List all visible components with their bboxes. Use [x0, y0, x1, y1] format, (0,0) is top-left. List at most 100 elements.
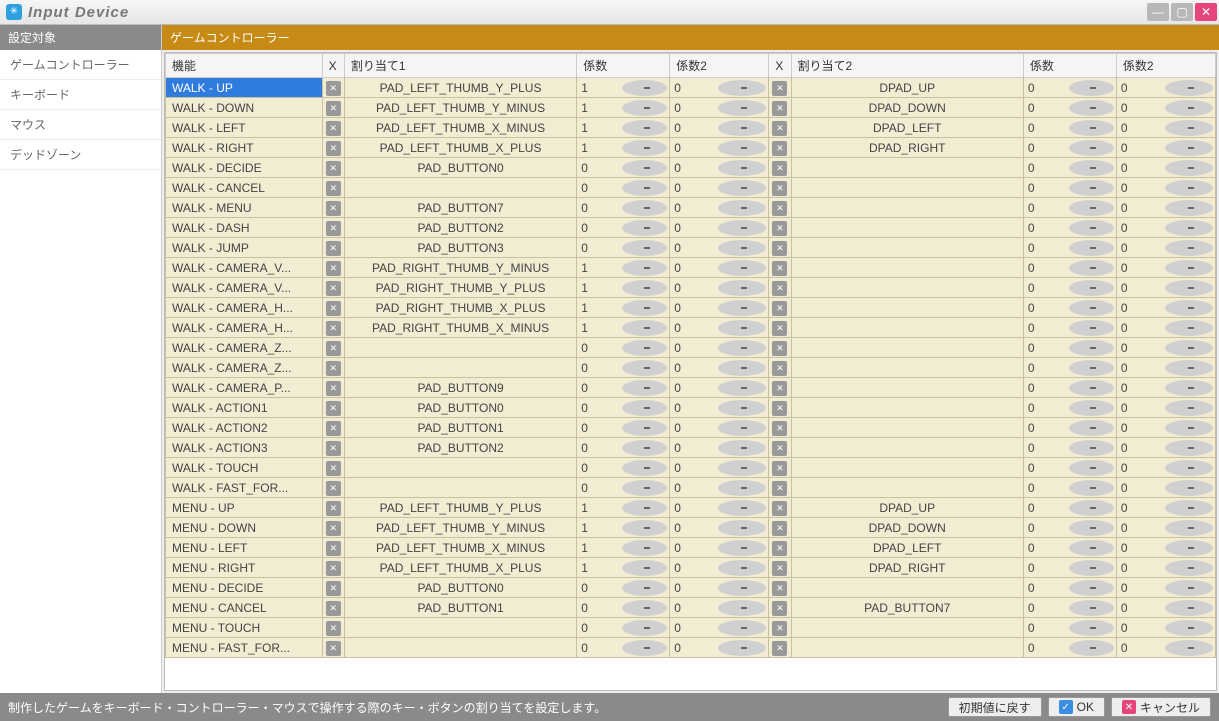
table-row[interactable]: MENU - RIGHTPAD_LEFT_THUMB_X_PLUS10DPAD_… — [166, 558, 1216, 578]
clear-icon[interactable] — [326, 421, 341, 436]
clear-cell[interactable] — [769, 218, 791, 238]
table-row[interactable]: WALK - FAST_FOR...0000 — [166, 478, 1216, 498]
func-cell[interactable]: WALK - CAMERA_H... — [166, 318, 323, 338]
spinner-icon[interactable] — [1165, 580, 1213, 596]
spinner-icon[interactable] — [718, 640, 766, 656]
spinner-icon[interactable] — [622, 440, 667, 456]
assign2-cell[interactable] — [791, 618, 1023, 638]
spinner-icon[interactable] — [718, 100, 766, 116]
num-cell[interactable]: 0 — [577, 578, 670, 598]
spinner-icon[interactable] — [1165, 600, 1213, 616]
num-cell[interactable]: 0 — [577, 458, 670, 478]
table-row[interactable]: WALK - ACTION1PAD_BUTTON00000 — [166, 398, 1216, 418]
num-cell[interactable]: 0 — [670, 378, 769, 398]
assign1-cell[interactable] — [344, 638, 576, 658]
spinner-icon[interactable] — [622, 180, 667, 196]
clear-cell[interactable] — [322, 598, 344, 618]
func-cell[interactable]: WALK - MENU — [166, 198, 323, 218]
num-cell[interactable]: 0 — [670, 478, 769, 498]
assign2-cell[interactable] — [791, 338, 1023, 358]
num-cell[interactable]: 0 — [577, 218, 670, 238]
spinner-icon[interactable] — [622, 520, 667, 536]
reset-button[interactable]: 初期値に戻す — [948, 697, 1042, 717]
spinner-icon[interactable] — [622, 560, 667, 576]
num-cell[interactable]: 0 — [670, 418, 769, 438]
spinner-icon[interactable] — [1069, 380, 1114, 396]
num-cell[interactable]: 1 — [577, 278, 670, 298]
spinner-icon[interactable] — [1069, 340, 1114, 356]
assign1-cell[interactable] — [344, 458, 576, 478]
clear-cell[interactable] — [322, 318, 344, 338]
spinner-icon[interactable] — [1165, 400, 1213, 416]
num-cell[interactable]: 0 — [1116, 158, 1215, 178]
spinner-icon[interactable] — [1069, 140, 1114, 156]
num-cell[interactable]: 0 — [1023, 418, 1116, 438]
spinner-icon[interactable] — [1165, 380, 1213, 396]
assign2-cell[interactable] — [791, 438, 1023, 458]
spinner-icon[interactable] — [1165, 520, 1213, 536]
table-row[interactable]: WALK - MENUPAD_BUTTON70000 — [166, 198, 1216, 218]
num-cell[interactable]: 0 — [670, 298, 769, 318]
num-cell[interactable]: 0 — [670, 98, 769, 118]
clear-cell[interactable] — [322, 518, 344, 538]
spinner-icon[interactable] — [1165, 100, 1213, 116]
spinner-icon[interactable] — [622, 120, 667, 136]
assign2-cell[interactable]: DPAD_DOWN — [791, 98, 1023, 118]
spinner-icon[interactable] — [622, 160, 667, 176]
clear-cell[interactable] — [322, 98, 344, 118]
num-cell[interactable]: 0 — [577, 478, 670, 498]
table-row[interactable]: WALK - CAMERA_H...PAD_RIGHT_THUMB_X_PLUS… — [166, 298, 1216, 318]
clear-cell[interactable] — [769, 158, 791, 178]
spinner-icon[interactable] — [1165, 300, 1213, 316]
num-cell[interactable]: 0 — [1116, 458, 1215, 478]
func-cell[interactable]: MENU - RIGHT — [166, 558, 323, 578]
num-cell[interactable]: 0 — [1023, 238, 1116, 258]
minimize-button[interactable]: — — [1147, 3, 1169, 21]
num-cell[interactable]: 0 — [670, 78, 769, 98]
num-cell[interactable]: 0 — [1116, 558, 1215, 578]
func-cell[interactable]: MENU - CANCEL — [166, 598, 323, 618]
spinner-icon[interactable] — [622, 260, 667, 276]
clear-icon[interactable] — [772, 161, 787, 176]
clear-icon[interactable] — [772, 181, 787, 196]
clear-cell[interactable] — [322, 118, 344, 138]
num-cell[interactable]: 0 — [1116, 498, 1215, 518]
assign1-cell[interactable]: PAD_LEFT_THUMB_Y_MINUS — [344, 98, 576, 118]
assign2-cell[interactable] — [791, 638, 1023, 658]
spinner-icon[interactable] — [1069, 500, 1114, 516]
spinner-icon[interactable] — [718, 560, 766, 576]
assign2-cell[interactable] — [791, 478, 1023, 498]
clear-icon[interactable] — [326, 161, 341, 176]
clear-icon[interactable] — [326, 201, 341, 216]
spinner-icon[interactable] — [1069, 180, 1114, 196]
num-cell[interactable]: 0 — [1023, 278, 1116, 298]
clear-icon[interactable] — [326, 581, 341, 596]
spinner-icon[interactable] — [1069, 300, 1114, 316]
spinner-icon[interactable] — [1165, 120, 1213, 136]
spinner-icon[interactable] — [1165, 640, 1213, 656]
spinner-icon[interactable] — [718, 120, 766, 136]
table-row[interactable]: WALK - CAMERA_V...PAD_RIGHT_THUMB_Y_MINU… — [166, 258, 1216, 278]
assign2-cell[interactable]: DPAD_LEFT — [791, 118, 1023, 138]
num-cell[interactable]: 0 — [1023, 438, 1116, 458]
table-row[interactable]: WALK - RIGHTPAD_LEFT_THUMB_X_PLUS10DPAD_… — [166, 138, 1216, 158]
assign2-cell[interactable] — [791, 158, 1023, 178]
spinner-icon[interactable] — [718, 280, 766, 296]
num-cell[interactable]: 0 — [1023, 138, 1116, 158]
clear-cell[interactable] — [769, 418, 791, 438]
spinner-icon[interactable] — [718, 440, 766, 456]
clear-icon[interactable] — [326, 441, 341, 456]
num-cell[interactable]: 0 — [1116, 638, 1215, 658]
spinner-icon[interactable] — [1165, 320, 1213, 336]
spinner-icon[interactable] — [622, 300, 667, 316]
num-cell[interactable]: 0 — [670, 578, 769, 598]
spinner-icon[interactable] — [1069, 460, 1114, 476]
spinner-icon[interactable] — [622, 200, 667, 216]
table-row[interactable]: WALK - ACTION3PAD_BUTTON20000 — [166, 438, 1216, 458]
spinner-icon[interactable] — [718, 540, 766, 556]
spinner-icon[interactable] — [622, 480, 667, 496]
num-cell[interactable]: 0 — [577, 418, 670, 438]
num-cell[interactable]: 0 — [1023, 578, 1116, 598]
assign1-cell[interactable]: PAD_LEFT_THUMB_Y_PLUS — [344, 78, 576, 98]
func-cell[interactable]: WALK - CANCEL — [166, 178, 323, 198]
